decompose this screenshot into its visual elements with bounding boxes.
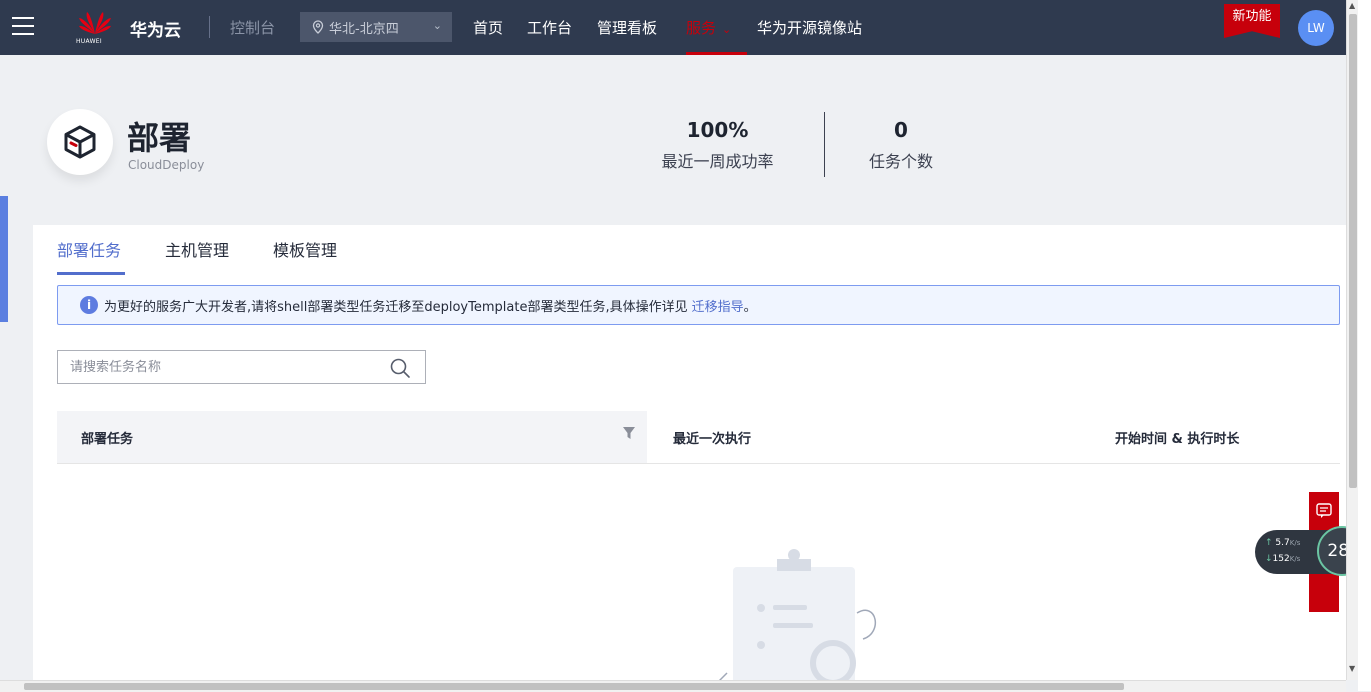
stat-value: 100% [686,118,749,142]
console-link[interactable]: 控制台 [230,17,275,38]
table-header-cell-task [57,411,647,463]
horizontal-scrollbar[interactable] [0,680,1346,692]
nav-dashboard[interactable]: 管理看板 [597,17,657,38]
download-speed: ↓152K/s [1265,554,1301,564]
task-search [57,350,426,384]
nav-workbench[interactable]: 工作台 [527,17,572,38]
side-float-tab[interactable] [0,196,8,322]
deploy-box-icon [64,125,96,159]
migration-notice: i 为更好的服务广大开发者,请将shell部署类型任务迁移至deployTemp… [57,285,1340,325]
brand-name[interactable]: 华为云 [130,16,181,41]
download-speed-unit: K/s [1289,555,1301,563]
stat-value: 0 [894,118,908,142]
chevron-down-icon: ⌄ [432,19,442,32]
nav-divider [209,16,210,38]
region-label: 华北-北京四 [329,21,399,37]
column-start-time-duration[interactable]: 开始时间 & 执行时长 [1115,428,1239,447]
stat-task-count: 0 任务个数 [845,118,957,172]
download-speed-value: 152 [1272,554,1290,564]
info-icon: i [80,296,98,314]
tab-host-management[interactable]: 主机管理 [165,237,229,261]
nav-home[interactable]: 首页 [473,17,503,38]
migration-guide-link[interactable]: 迁移指导 [692,296,744,315]
scrollbar-thumb[interactable] [24,683,1124,690]
nav-services-label: 服务 [686,19,717,37]
scroll-up-icon[interactable]: ▲ [1349,1,1355,10]
scrollbar-thumb[interactable] [1349,14,1357,488]
search-input[interactable] [68,358,372,376]
stat-success-rate: 100% 最近一周成功率 [640,118,795,172]
logo-text: HUAWEI [76,38,102,45]
empty-clipboard-icon [714,549,877,685]
notice-text: 为更好的服务广大开发者,请将shell部署类型任务迁移至deployTempla… [104,299,688,315]
right-edge-panel [1358,0,1371,691]
nav-services[interactable]: 服务 ⌄ [686,17,748,55]
upload-speed-value: 5.7 [1275,538,1290,548]
nav-mirror-site[interactable]: 华为开源镜像站 [757,17,862,38]
chat-icon [1316,503,1332,518]
tab-deploy-tasks[interactable]: 部署任务 [57,237,121,261]
location-icon [312,20,324,34]
column-deploy-task[interactable]: 部署任务 [81,428,133,447]
column-last-execution[interactable]: 最近一次执行 [673,428,751,447]
tab-template-management[interactable]: 模板管理 [273,237,337,261]
new-feature-badge[interactable]: 新功能 [1224,4,1280,38]
active-tab-indicator [57,272,125,275]
upload-speed: ↑ 5.7K/s [1265,538,1301,548]
chevron-down-icon: ⌄ [722,23,732,36]
upload-speed-unit: K/s [1289,539,1301,547]
page-subtitle: CloudDeploy [128,158,205,172]
notice-tail: 。 [743,299,757,315]
stat-label: 最近一周成功率 [661,152,774,171]
page-title: 部署 [127,119,192,157]
scroll-down-icon[interactable]: ▼ [1349,664,1355,673]
search-icon[interactable] [389,357,411,379]
stat-divider [824,112,825,177]
filter-icon[interactable] [622,425,636,441]
top-nav: HUAWEI 华为云 控制台 华北-北京四 ⌄ 首页 工作台 管理看板 服务 ⌄ … [0,0,1346,55]
service-icon-container [47,109,113,175]
avatar[interactable]: LW [1298,10,1334,46]
menu-icon[interactable] [12,17,34,35]
table-header: 部署任务 最近一次执行 开始时间 & 执行时长 [57,411,1340,464]
region-selector[interactable]: 华北-北京四 ⌄ [300,12,452,42]
stat-label: 任务个数 [868,152,933,171]
